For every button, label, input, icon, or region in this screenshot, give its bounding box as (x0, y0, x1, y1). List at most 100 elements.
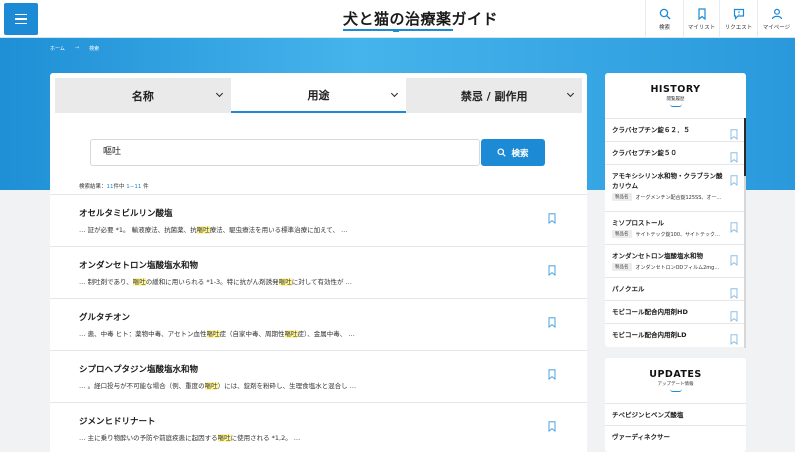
highlighted-term: 嘔吐 (204, 382, 218, 390)
result-snippet: … 証が必要 *1。 輸液療法、抗菌薬、抗嘔吐療法、駆虫療法を用いる標準治療に加… (79, 224, 348, 234)
bookmark-icon[interactable] (548, 369, 556, 381)
result-bookmark-button[interactable] (548, 365, 556, 384)
result-row[interactable]: グルタチオン … 患、中毒 ヒト：薬物中毒、アセトン血性嘔吐症（自家中毒、周期性嘔… (50, 298, 587, 350)
history-bookmark-button[interactable] (730, 251, 738, 270)
result-snippet: … 制吐剤であり、嘔吐の緩和に用いられる *1-3。特に抗がん剤誘発嘔吐に対して… (79, 276, 352, 286)
result-bookmark-button[interactable] (548, 417, 556, 436)
bookmark-icon[interactable] (548, 265, 556, 277)
result-snippet: … 患、中毒 ヒト：薬物中毒、アセトン血性嘔吐症（自家中毒、周期性嘔吐症）、金属… (79, 328, 355, 338)
snippet-text: の緩和に用いられる *1-3。特に抗がん剤誘発 (145, 278, 279, 286)
site-logo[interactable]: 犬と猫の治療薬ガイド (343, 8, 498, 29)
update-item[interactable]: チペピジンヒベンズ酸塩 (605, 403, 746, 425)
snippet-text: … 患、中毒 ヒト：薬物中毒、アセトン血性 (79, 330, 207, 338)
user-icon (771, 8, 782, 19)
result-count-suffix: 件 (143, 184, 149, 190)
breadcrumb-home[interactable]: ホーム (50, 45, 65, 52)
result-row[interactable]: オンダンセトロン塩酸塩水和物 … 制吐剤であり、嘔吐の緩和に用いられる *1-3。… (50, 246, 587, 298)
history-item-name: クラバセプチン錠５０ (612, 149, 677, 157)
bookmark-icon[interactable] (730, 129, 738, 141)
history-item-name: クラバセプチン錠６２．５ (612, 126, 690, 134)
result-title[interactable]: グルタチオン (79, 311, 130, 323)
tab-name-label: 名称 (131, 89, 154, 103)
result-row[interactable]: シプロヘプタジン塩酸塩水和物 … 。経口投与が不可能な場合（例、重度の嘔吐）には、… (50, 350, 587, 402)
hamburger-menu-button[interactable] (4, 3, 38, 35)
history-item[interactable]: クラバセプチン錠６２．５ (605, 118, 746, 141)
bookmark-icon[interactable] (548, 421, 556, 433)
updates-list: チペピジンヒベンズ酸塩 ヴァーディネクサー (605, 403, 746, 447)
search-tabs: 名称 用途 禁忌 / 副作用 (55, 78, 583, 113)
history-item[interactable]: オンダンセトロン塩酸塩水和物 製品名 オンダンセトロンODフィルム2mg… (605, 244, 746, 277)
wave-ornament (669, 389, 682, 392)
nav-mylist-label: マイリスト (687, 24, 716, 31)
bookmark-icon[interactable] (730, 152, 738, 164)
tab-usage[interactable]: 用途 (230, 78, 407, 113)
nav-mylist[interactable]: マイリスト (683, 0, 719, 38)
results-list: オセルタミビルリン酸塩 … 証が必要 *1。 輸液療法、抗菌薬、抗嘔吐療法、駆虫療… (50, 194, 587, 452)
bookmark-icon[interactable] (730, 222, 738, 234)
history-item[interactable]: ミソプロストール 製品名 サイトテック錠100、サイトテック… (605, 211, 746, 244)
nav-request[interactable]: リクエスト (719, 0, 757, 38)
nav-search[interactable]: 検索 (645, 0, 683, 38)
chat-icon (733, 8, 744, 20)
result-title[interactable]: オンダンセトロン塩酸塩水和物 (79, 259, 198, 271)
product-badge: 製品名 (612, 230, 632, 238)
updates-title: UPDATES (649, 369, 702, 380)
history-bookmark-button[interactable] (730, 171, 738, 190)
snippet-text: 症）、金属中毒、 … (297, 330, 355, 338)
nav-mypage[interactable]: マイページ (757, 0, 795, 38)
result-bookmark-button[interactable] (548, 313, 556, 332)
bookmark-icon[interactable] (730, 311, 738, 323)
history-item[interactable]: パノクエル (605, 277, 746, 300)
snippet-text: … 証が必要 *1。 輸液療法、抗菌薬、抗 (79, 226, 197, 234)
history-item-name: モビコール配合内用剤HD (612, 308, 688, 316)
history-item-name: アモキシシリン水和物・クラブラン酸カリウム (612, 172, 723, 190)
search-button-label: 検索 (511, 148, 529, 159)
result-title[interactable]: ジメンヒドリナート (79, 415, 156, 427)
bookmark-icon[interactable] (548, 213, 556, 225)
history-item[interactable]: アモキシシリン水和物・クラブラン酸カリウム製品名 オーグメンチン配合錠125SS、… (605, 164, 746, 211)
logo-underline (343, 29, 453, 32)
result-row[interactable]: オセルタミビルリン酸塩 … 証が必要 *1。 輸液療法、抗菌薬、抗嘔吐療法、駆虫療… (50, 194, 587, 246)
search-button[interactable]: 検索 (481, 139, 545, 166)
menu-line (15, 13, 27, 16)
tab-contraindications-label: 禁忌 / 副作用 (460, 89, 528, 103)
history-bookmark-button[interactable] (730, 330, 738, 349)
result-count-mid: 件中 (113, 184, 125, 190)
bookmark-icon[interactable] (730, 288, 738, 300)
search-panel: 名称 用途 禁忌 / 副作用 嘔吐 検索 検索結果：11件中 1−11 件 オセ… (50, 73, 587, 452)
result-count-range: 1−11 (126, 184, 142, 190)
history-item[interactable]: モビコール配合内用剤HD (605, 300, 746, 323)
bookmark-icon[interactable] (548, 317, 556, 329)
bookmark-icon (697, 7, 706, 20)
result-title[interactable]: オセルタミビルリン酸塩 (79, 207, 173, 219)
bookmark-icon[interactable] (730, 255, 738, 267)
history-item-products: 製品名 オーグメンチン配合錠125SS、オー… (612, 193, 728, 201)
result-bookmark-button[interactable] (548, 261, 556, 280)
history-item-products: 製品名 オンダンセトロンODフィルム2mg… (612, 263, 728, 271)
wave-ornament (669, 104, 682, 107)
result-title[interactable]: シプロヘプタジン塩酸塩水和物 (79, 363, 198, 375)
chevron-down-icon (215, 89, 223, 98)
tab-name[interactable]: 名称 (55, 78, 231, 113)
history-scrollbar-thumb[interactable] (744, 118, 746, 176)
result-count-prefix: 検索結果： (79, 184, 107, 190)
header-nav: 検索 マイリスト リクエスト マイページ (645, 0, 795, 38)
result-row[interactable]: ジメンヒドリナート … 主に乗り物酔いの予防や前庭疾患に起因する嘔吐に使用される … (50, 402, 587, 452)
result-snippet: … 。経口投与が不可能な場合（例、重度の嘔吐）には、錠剤を粉砕し、生理食塩水と混… (79, 380, 356, 390)
history-item[interactable]: クラバセプチン錠５０ (605, 141, 746, 164)
menu-line (15, 22, 27, 25)
nav-mypage-label: マイページ (762, 24, 791, 31)
search-input[interactable]: 嘔吐 (90, 139, 480, 166)
highlighted-term: 嘔吐 (132, 278, 146, 286)
bookmark-icon[interactable] (730, 334, 738, 346)
update-item[interactable]: ヴァーディネクサー (605, 425, 746, 447)
product-badge: 製品名 (612, 263, 632, 271)
nav-request-label: リクエスト (724, 24, 753, 31)
search-icon (497, 148, 507, 157)
history-bookmark-button[interactable] (730, 218, 738, 237)
snippet-text: に使用される *1,2。 … (230, 434, 301, 442)
history-item[interactable]: モビコール配合内用剤LD (605, 323, 746, 346)
bookmark-icon[interactable] (730, 175, 738, 187)
tab-contraindications[interactable]: 禁忌 / 副作用 (406, 78, 583, 113)
result-bookmark-button[interactable] (548, 209, 556, 228)
